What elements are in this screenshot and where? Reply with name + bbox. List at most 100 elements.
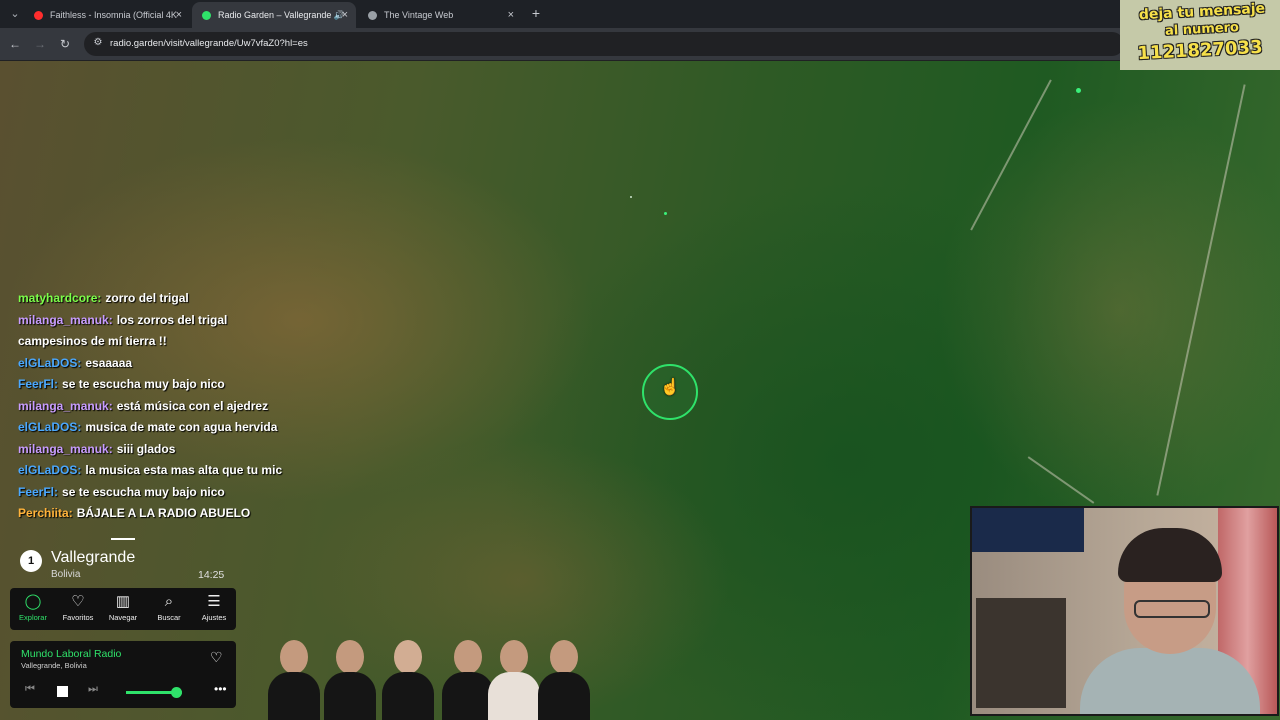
station-dot[interactable]: [630, 196, 632, 198]
drag-handle[interactable]: [111, 538, 135, 540]
tab-title: Radio Garden – Vallegrande 🔊: [218, 10, 346, 20]
nav-label: Ajustes: [201, 613, 227, 622]
favorite-heart-icon[interactable]: ♡: [210, 649, 223, 666]
nav-label: Navegar: [108, 613, 138, 622]
chat-username: elGLaDOS:: [18, 463, 82, 477]
close-icon[interactable]: ×: [342, 2, 348, 28]
chat-text: se te escucha muy bajo nico: [62, 484, 225, 499]
banner-phone: 1121827033: [1136, 36, 1264, 65]
globe-icon: [368, 11, 377, 20]
chat-overlay: matyhardcore: zorro del trigal milanga_ma…: [18, 288, 338, 525]
previous-icon[interactable]: ⏮: [25, 683, 35, 696]
chat-text: esaaaaa: [85, 355, 133, 370]
settings-icon: ☰: [207, 593, 221, 610]
chat-username: milanga_manuk:: [18, 312, 113, 327]
chat-text: la musica esta mas alta que tu mic: [85, 463, 283, 477]
volume-knob[interactable]: [171, 687, 183, 698]
back-arrow-icon[interactable]: ←: [7, 36, 23, 52]
tab-vintage-web[interactable]: The Vintage Web ×: [358, 2, 522, 28]
map-river: [970, 79, 1052, 231]
station-dot[interactable]: [1076, 88, 1081, 93]
nav-label: Buscar: [157, 613, 181, 622]
nav-explorar[interactable]: ◯ Explorar: [11, 592, 55, 628]
chat-username: matyhardcore:: [18, 291, 102, 305]
chat-message: milanga_manuk: siii glados: [18, 439, 338, 461]
chevron-down-icon[interactable]: ⌄: [6, 5, 24, 23]
browser-tab-bar: ⌄ Faithless - Insomnia (Official 4K × Ra…: [0, 0, 1280, 28]
station-location: Vallegrande, Bolivia: [21, 661, 87, 670]
more-options-icon[interactable]: •••: [214, 682, 227, 696]
tab-faithless[interactable]: Faithless - Insomnia (Official 4K ×: [24, 2, 190, 28]
station-count-badge: 1: [20, 550, 42, 572]
nav-buscar[interactable]: ⌕ Buscar: [147, 592, 191, 628]
nav-label: Explorar: [19, 613, 47, 622]
new-tab-button[interactable]: +: [529, 4, 543, 22]
local-time: 14:25: [198, 569, 225, 581]
browser-toolbar: ← → ↻ ⚙ radio.garden/visit/vallegrande/U…: [0, 28, 1280, 61]
station-city: Vallegrande: [51, 549, 136, 566]
band-member: [382, 636, 434, 720]
forward-arrow-icon[interactable]: →: [32, 36, 48, 52]
chat-username: milanga_manuk:: [18, 441, 113, 456]
radio-garden-nav: ◯ Explorar ♡ Favoritos ▥ Navegar ⌕ Busca…: [10, 588, 236, 630]
nav-ajustes[interactable]: ☰ Ajustes: [192, 592, 236, 628]
chat-text: musica de mate con agua hervida: [85, 420, 278, 434]
radio-garden-icon: [202, 11, 211, 20]
band-member: [268, 636, 320, 720]
chat-text: siii glados: [116, 441, 176, 456]
chat-username: milanga_manuk:: [18, 398, 113, 413]
webcam-feed: [970, 506, 1279, 716]
chat-message: milanga_manuk: los zorros del trigal: [18, 310, 338, 332]
explore-icon: ◯: [24, 593, 42, 610]
chat-text: campesinos de mí tierra !!: [18, 334, 167, 348]
url-text[interactable]: radio.garden/visit/vallegrande/Uw7vfaZ0?…: [110, 32, 308, 56]
chat-message: elGLaDOS: la musica esta mas alta que tu …: [18, 460, 338, 482]
tab-title: Faithless - Insomnia (Official 4K: [50, 10, 177, 20]
site-info-icon[interactable]: ⚙: [92, 37, 104, 49]
chat-text: zorro del trigal: [105, 291, 189, 305]
volume-fill: [126, 691, 177, 694]
chat-message: matyhardcore: zorro del trigal: [18, 288, 338, 310]
next-icon[interactable]: ⏭: [88, 683, 98, 696]
chat-username: FeerFl:: [18, 484, 59, 499]
band-member: [442, 636, 494, 720]
chat-message: milanga_manuk: está música con el ajedrez: [18, 396, 338, 418]
reload-icon[interactable]: ↻: [57, 36, 73, 52]
nav-navegar[interactable]: ▥ Navegar: [101, 592, 145, 628]
chat-message: elGLaDOS: musica de mate con agua hervida: [18, 417, 338, 439]
chat-username: FeerFl:: [18, 377, 59, 391]
chat-message: FeerFl: se te escucha muy bajo nico: [18, 482, 338, 504]
band-member: [538, 636, 590, 720]
station-name[interactable]: Mundo Laboral Radio: [21, 648, 121, 660]
close-icon[interactable]: ×: [508, 2, 514, 28]
chat-text: se te escucha muy bajo nico: [62, 377, 225, 391]
stream-banner: deja tu mensaje al numero 1121827033: [1120, 0, 1280, 70]
band-photo: [262, 630, 602, 720]
station-country: Bolivia: [51, 569, 81, 580]
chat-text: está música con el ajedrez: [116, 398, 269, 413]
radio-player: Mundo Laboral Radio Vallegrande, Bolivia…: [10, 641, 236, 708]
map-river: [1027, 456, 1095, 504]
chat-username: Perchiita:: [18, 506, 73, 520]
close-icon[interactable]: ×: [176, 2, 182, 28]
map-icon: ▥: [115, 593, 131, 610]
volume-slider[interactable]: [126, 687, 183, 698]
station-header[interactable]: 1 Vallegrande Bolivia 14:25: [18, 538, 238, 584]
station-dot[interactable]: [664, 212, 667, 215]
address-bar[interactable]: ⚙ radio.garden/visit/vallegrande/Uw7vfaZ…: [84, 32, 1124, 56]
heart-icon: ♡: [71, 593, 85, 610]
chat-message: Perchiita: BÁJALE A LA RADIO ABUELO: [18, 503, 338, 525]
map-river: [1156, 84, 1246, 496]
chat-username: elGLaDOS:: [18, 355, 82, 370]
stop-button[interactable]: [57, 686, 68, 697]
band-member: [488, 636, 540, 720]
nav-favoritos[interactable]: ♡ Favoritos: [56, 592, 100, 628]
tab-radio-garden[interactable]: Radio Garden – Vallegrande 🔊 ×: [192, 2, 356, 28]
nav-label: Favoritos: [62, 613, 94, 622]
tab-title: The Vintage Web: [384, 10, 454, 20]
chat-message: elGLaDOS: esaaaaa: [18, 353, 338, 375]
hand-cursor-icon: ☝: [660, 379, 680, 396]
search-icon: ⌕: [164, 593, 174, 610]
band-member: [324, 636, 376, 720]
chat-message: campesinos de mí tierra !!: [18, 331, 338, 353]
